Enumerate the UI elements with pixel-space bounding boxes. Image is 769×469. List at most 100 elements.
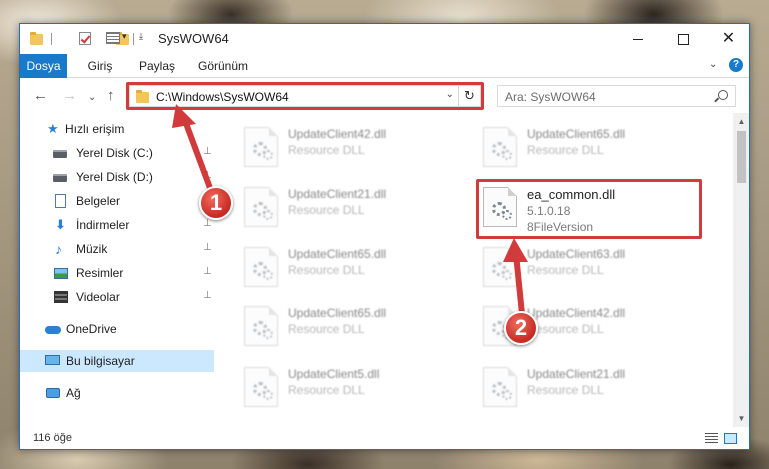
- up-button[interactable]: ↑: [107, 88, 115, 103]
- tab-share[interactable]: Paylaş: [128, 54, 186, 78]
- step-two-badge: 2: [504, 311, 538, 345]
- file-tile[interactable]: UpdateClient42.dll Resource DLL: [238, 121, 438, 175]
- sidebar-item-network[interactable]: Ağ: [20, 382, 214, 404]
- file-explorer-window: ▾ ⤓ SysWOW64 ✕ Dosya Giriş Paylaş Görünü…: [19, 23, 750, 450]
- search-icon[interactable]: [718, 90, 728, 100]
- search-input[interactable]: Ara: SysWOW64: [505, 90, 596, 104]
- dll-file-icon: [244, 247, 278, 287]
- disk-icon: [53, 150, 67, 158]
- sidebar-item-label: Hızlı erişim: [65, 122, 125, 136]
- tab-home[interactable]: Giriş: [75, 54, 125, 78]
- forward-button[interactable]: →: [62, 88, 77, 103]
- disk-icon: [53, 174, 67, 182]
- videos-icon: [54, 291, 68, 303]
- file-tile[interactable]: UpdateClient21.dll Resource DLL: [477, 361, 677, 415]
- file-tile[interactable]: UpdateClient65.dll Resource DLL: [238, 300, 438, 354]
- status-bar: 116 öğe: [20, 427, 749, 449]
- tab-file[interactable]: Dosya: [20, 54, 67, 78]
- quick-access-dropdown-icon[interactable]: ▾: [122, 31, 127, 42]
- file-name: UpdateClient65.dll: [288, 306, 387, 320]
- sidebar-item-onedrive[interactable]: OneDrive: [20, 318, 214, 340]
- scroll-down-icon[interactable]: ▼: [733, 410, 749, 427]
- file-type: Resource DLL: [288, 383, 365, 397]
- dll-file-icon: [244, 367, 278, 407]
- file-type: Resource DLL: [527, 322, 604, 336]
- sidebar-item-local-disk-d[interactable]: Yerel Disk (D:) ⊥: [20, 166, 214, 188]
- dll-file-icon: [483, 127, 517, 167]
- sidebar-item-label: Yerel Disk (D:): [76, 170, 153, 184]
- minimize-button[interactable]: [616, 24, 661, 54]
- sidebar-item-label: Resimler: [76, 266, 124, 280]
- pictures-icon: [54, 268, 68, 279]
- properties-checkmark-icon[interactable]: [79, 32, 92, 45]
- pin-down-icon[interactable]: ⤓: [139, 31, 143, 42]
- file-name: UpdateClient65.dll: [288, 247, 387, 261]
- details-view-icon[interactable]: [705, 433, 718, 444]
- scroll-up-icon[interactable]: ▲: [733, 113, 749, 130]
- sidebar-item-label: Yerel Disk (C:): [76, 146, 153, 160]
- sidebar-item-label: Bu bilgisayar: [66, 354, 135, 368]
- sidebar-item-label: Videolar: [76, 290, 120, 304]
- file-type: Resource DLL: [527, 143, 604, 157]
- title-separator: [133, 33, 134, 45]
- vertical-scrollbar[interactable]: ▲ ▼: [733, 113, 749, 427]
- file-type: Resource DLL: [527, 383, 604, 397]
- file-name: UpdateClient21.dll: [527, 367, 626, 381]
- file-tile[interactable]: UpdateClient65.dll Resource DLL: [477, 121, 677, 175]
- file-tile[interactable]: UpdateClient21.dll Resource DLL: [238, 181, 438, 235]
- window-title: SysWOW64: [158, 31, 229, 46]
- file-tile[interactable]: UpdateClient65.dll Resource DLL: [238, 241, 438, 295]
- file-type: Resource DLL: [527, 263, 604, 277]
- step-one-badge: 1: [199, 186, 233, 220]
- sidebar-item-quick-access[interactable]: ★ Hızlı erişim: [20, 118, 214, 140]
- sidebar-item-music[interactable]: ♪ Müzik ⊥: [20, 238, 214, 260]
- tiles-view-icon[interactable]: [724, 433, 737, 444]
- sidebar-item-label: İndirmeler: [76, 218, 130, 232]
- navigation-pane: ★ Hızlı erişim Yerel Disk (C:) ⊥ Yerel D…: [20, 113, 216, 427]
- tab-view[interactable]: Görünüm: [190, 54, 256, 78]
- ribbon-expand-icon[interactable]: ⌄: [709, 59, 717, 70]
- download-icon: ⬇: [55, 217, 66, 232]
- file-name: UpdateClient65.dll: [527, 127, 626, 141]
- sidebar-item-local-disk-c[interactable]: Yerel Disk (C:) ⊥: [20, 142, 214, 164]
- sidebar-item-label: Müzik: [76, 242, 108, 256]
- file-tile[interactable]: UpdateClient5.dll Resource DLL: [238, 361, 438, 415]
- maximize-button[interactable]: [661, 24, 706, 54]
- pin-icon[interactable]: ⊥: [203, 290, 212, 301]
- file-tile[interactable]: UpdateClient63.dll Resource DLL: [477, 241, 677, 295]
- customize-toolbar-icon[interactable]: [106, 32, 120, 44]
- pin-icon[interactable]: ⊥: [203, 218, 212, 229]
- pin-icon[interactable]: ⊥: [203, 170, 212, 181]
- network-icon: [46, 388, 60, 398]
- quick-access-separator: [51, 33, 52, 45]
- sidebar-item-label: Ağ: [66, 386, 81, 400]
- file-highlight-box: [476, 179, 702, 239]
- folder-icon[interactable]: [30, 32, 43, 45]
- sidebar-item-downloads[interactable]: ⬇ İndirmeler ⊥: [20, 214, 214, 236]
- title-bar: ▾ ⤓ SysWOW64 ✕: [20, 24, 749, 54]
- search-box[interactable]: Ara: SysWOW64: [497, 85, 736, 107]
- file-name: UpdateClient5.dll: [288, 367, 380, 381]
- sidebar-item-this-pc[interactable]: Bu bilgisayar: [20, 350, 214, 372]
- pin-icon[interactable]: ⊥: [203, 242, 212, 253]
- pin-icon[interactable]: ⊥: [203, 146, 212, 157]
- item-count: 116 öğe: [33, 432, 72, 444]
- sidebar-item-documents[interactable]: Belgeler ⊥: [20, 190, 214, 212]
- file-type: Resource DLL: [288, 322, 365, 336]
- address-highlight-box: [126, 82, 484, 110]
- file-name: UpdateClient42.dll: [527, 306, 626, 320]
- sidebar-item-pictures[interactable]: Resimler ⊥: [20, 262, 214, 284]
- pin-icon[interactable]: ⊥: [203, 266, 212, 277]
- close-button[interactable]: ✕: [706, 24, 749, 54]
- sidebar-item-videos[interactable]: Videolar ⊥: [20, 286, 214, 308]
- recent-locations-button[interactable]: ⌄: [88, 90, 96, 105]
- back-button[interactable]: ←: [33, 88, 48, 103]
- file-type: Resource DLL: [288, 143, 365, 157]
- help-icon[interactable]: ?: [729, 58, 743, 72]
- file-name: UpdateClient63.dll: [527, 247, 626, 261]
- ribbon-tabs: Dosya Giriş Paylaş Görünüm ⌄ ?: [20, 54, 749, 78]
- star-icon: ★: [47, 121, 59, 136]
- scroll-thumb[interactable]: [737, 131, 746, 183]
- dll-file-icon: [483, 367, 517, 407]
- music-icon: ♪: [55, 241, 62, 257]
